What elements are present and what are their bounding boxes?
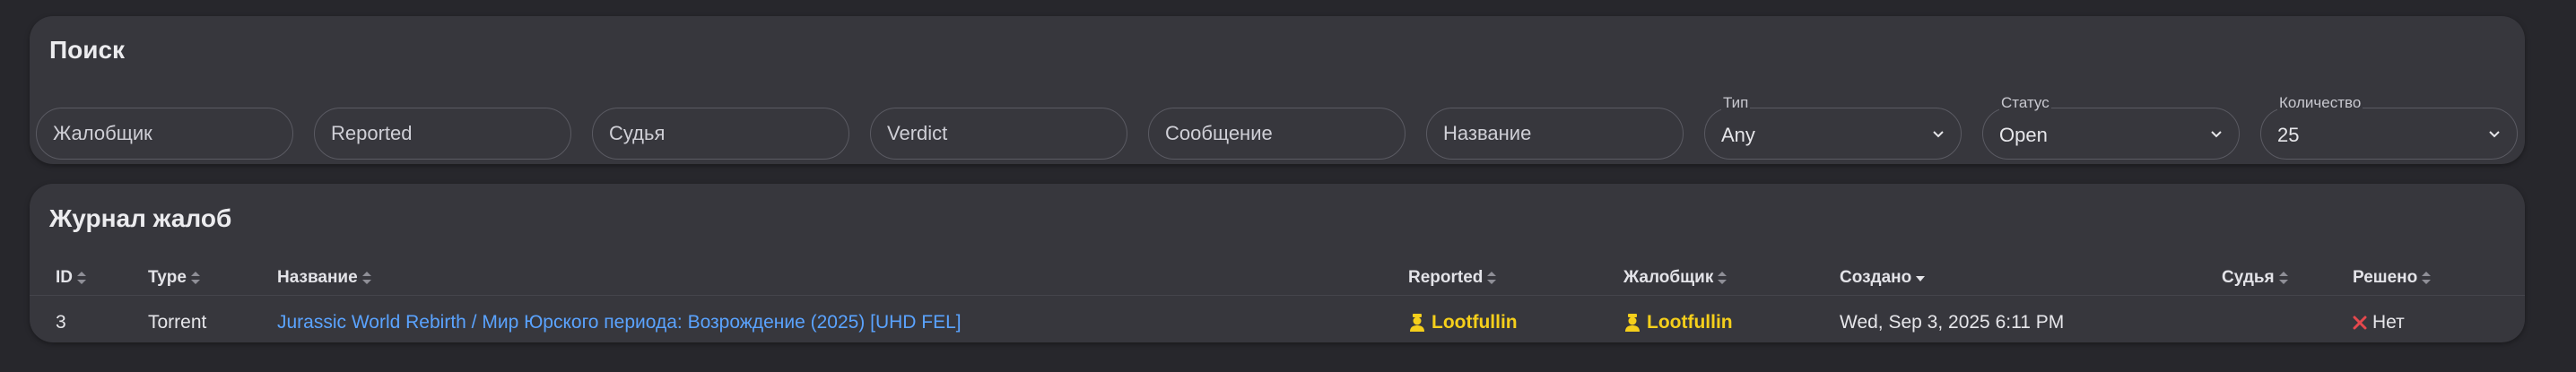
user-icon <box>1410 314 1424 332</box>
column-header-type[interactable]: Type <box>148 264 201 291</box>
count-select[interactable]: Количество 25 <box>2260 94 2518 160</box>
message-field[interactable] <box>1148 108 1405 160</box>
cell-id: 3 <box>56 312 66 333</box>
column-header-reported[interactable]: Reported <box>1408 264 1497 291</box>
status-select[interactable]: Статус Open <box>1982 94 2240 160</box>
verdict-field[interactable] <box>870 108 1127 160</box>
log-title: Журнал жалоб <box>49 204 232 232</box>
column-header-name[interactable]: Название <box>277 264 372 291</box>
column-header-label: Type <box>148 268 187 287</box>
verdict-input[interactable] <box>887 108 1111 159</box>
user-icon <box>1625 314 1640 332</box>
column-header-label: Название <box>277 268 358 287</box>
type-select-label: Тип <box>1721 94 1751 112</box>
complainant-input[interactable] <box>53 108 277 159</box>
sort-icon <box>1718 272 1727 284</box>
column-header-created[interactable]: Создано <box>1840 264 1926 291</box>
type-select-value: Any <box>1721 124 1755 146</box>
x-icon <box>2353 316 2367 330</box>
column-header-resolved[interactable]: Решено <box>2353 264 2432 291</box>
column-header-label: Reported <box>1408 268 1484 287</box>
message-input[interactable] <box>1165 108 1389 159</box>
sort-icon <box>2422 272 2432 284</box>
sort-icon <box>361 272 371 284</box>
sort-icon <box>77 272 86 284</box>
judge-field[interactable] <box>592 108 849 160</box>
column-header-judge[interactable]: Судья <box>2222 264 2289 291</box>
complainant-field[interactable] <box>36 108 293 160</box>
resolved-value: Нет <box>2372 312 2405 333</box>
name-field[interactable] <box>1426 108 1684 160</box>
complainant-user-link[interactable]: Lootfullin <box>1623 307 1733 339</box>
sort-icon <box>1487 272 1497 284</box>
sort-icon <box>2278 272 2288 284</box>
chevron-down-icon <box>2211 131 2222 138</box>
complainant-user-name: Lootfullin <box>1647 312 1733 333</box>
column-header-label: Создано <box>1840 268 1912 287</box>
sort-desc-icon <box>1916 276 1926 281</box>
column-header-label: Жалобщик <box>1623 268 1714 287</box>
count-select-label: Количество <box>2277 94 2363 112</box>
search-panel: Поиск Тип Any Статус Open Количество 25 <box>30 16 2525 164</box>
reported-user-name: Lootfullin <box>1432 312 1518 333</box>
torrent-link[interactable]: Jurassic World Rebirth / Мир Юрского пер… <box>277 307 962 339</box>
reported-input[interactable] <box>331 108 555 159</box>
status-select-label: Статус <box>1999 94 2051 112</box>
chevron-down-icon <box>1933 131 1944 138</box>
cell-type: Torrent <box>148 312 207 333</box>
column-header-label: ID <box>56 268 73 287</box>
count-select-value: 25 <box>2277 124 2300 146</box>
type-select[interactable]: Тип Any <box>1704 94 1962 160</box>
cell-created: Wed, Sep 3, 2025 6:11 PM <box>1840 312 2065 333</box>
table-divider <box>30 295 2525 296</box>
search-title: Поиск <box>49 36 126 64</box>
reported-user-link[interactable]: Lootfullin <box>1408 307 1518 339</box>
chevron-down-icon <box>2489 131 2500 138</box>
column-header-id[interactable]: ID <box>56 264 87 291</box>
sort-icon <box>190 272 200 284</box>
name-input[interactable] <box>1443 108 1667 159</box>
reported-field[interactable] <box>314 108 571 160</box>
cell-resolved: Нет <box>2353 307 2405 339</box>
column-header-label: Решено <box>2353 268 2418 287</box>
status-select-value: Open <box>1999 124 2048 146</box>
column-header-complainant[interactable]: Жалобщик <box>1623 264 1727 291</box>
column-header-label: Судья <box>2222 268 2275 287</box>
judge-input[interactable] <box>609 108 833 159</box>
complaints-log-panel: Журнал жалоб ID Type Название Reported Ж… <box>30 184 2525 342</box>
